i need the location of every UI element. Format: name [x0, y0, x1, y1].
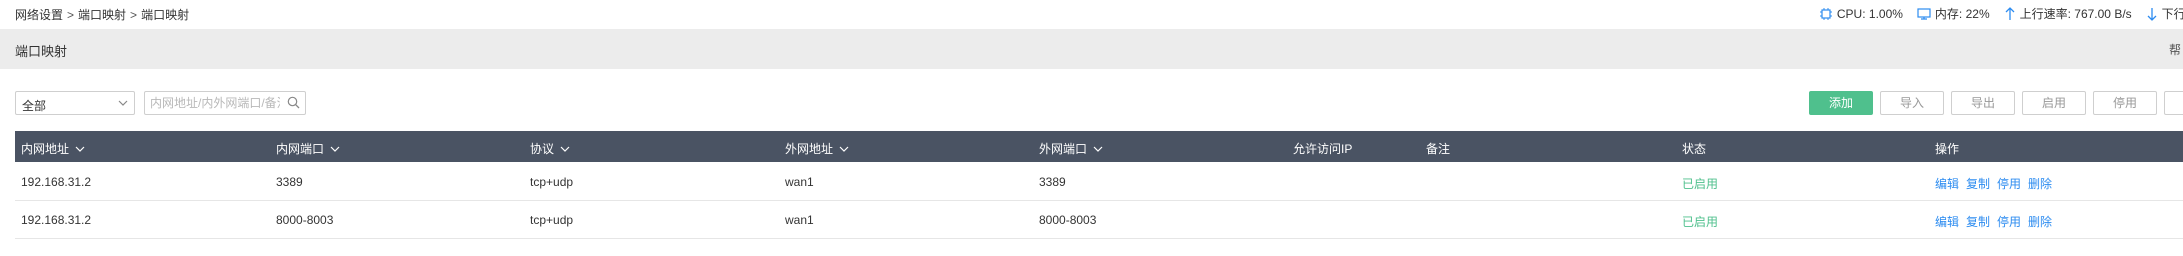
copy-link[interactable]: 复制 [1966, 215, 1990, 229]
system-stats: CPU: 1.00% 内存: 22% 上行速率: 767.00 B/s 下行速率… [1805, 5, 2183, 22]
column-header-label: 外网端口 [1039, 142, 1088, 156]
cell-lan-port: 3389 [276, 175, 303, 189]
download-arrow-icon [2147, 7, 2157, 21]
edit-link[interactable]: 编辑 [1935, 177, 1959, 191]
filter-select[interactable]: 全部 [15, 91, 135, 115]
cell-lan-ip: 192.168.31.2 [21, 175, 92, 189]
chevron-down-icon [1093, 146, 1103, 152]
enable-button[interactable]: 启用 [2022, 91, 2086, 115]
column-header-label: 内网地址 [21, 142, 70, 156]
table-row: 192.168.31.2 3389 tcp+udp wan1 3389 已启用 … [15, 163, 2183, 201]
column-header-wan[interactable]: 外网地址 [785, 140, 849, 157]
column-header-allow-ip: 允许访问IP [1293, 142, 1353, 156]
cell-lan-ip: 192.168.31.2 [21, 213, 92, 227]
add-button[interactable]: 添加 [1809, 91, 1873, 115]
download-stat: 下行速率: 5 [2146, 5, 2183, 22]
cell-status: 已启用 [1682, 215, 1719, 229]
column-header-lan-port[interactable]: 内网端口 [276, 140, 340, 157]
title-bar: 端口映射 帮 [0, 29, 2183, 69]
search-input[interactable] [150, 95, 280, 111]
column-header-label: 协议 [530, 142, 555, 156]
breadcrumb-item-network[interactable]: 网络设置 [15, 8, 63, 22]
disable-link[interactable]: 停用 [1997, 177, 2021, 191]
import-button[interactable]: 导入 [1880, 91, 1944, 115]
search-icon[interactable] [287, 96, 300, 109]
column-header-label: 内网端口 [276, 142, 325, 156]
edit-link[interactable]: 编辑 [1935, 215, 1959, 229]
memory-icon [1917, 7, 1931, 20]
cell-protocol: tcp+udp [530, 175, 574, 189]
chevron-down-icon [560, 146, 570, 152]
memory-stat: 内存: 22% [1917, 5, 1990, 22]
disable-link[interactable]: 停用 [1997, 215, 2021, 229]
more-button[interactable] [2164, 91, 2183, 115]
memory-value: 内存: 22% [1934, 7, 1990, 21]
breadcrumb: 网络设置 > 端口映射 > 端口映射 [15, 6, 189, 23]
breadcrumb-separator: > [67, 8, 75, 22]
cell-wan: wan1 [785, 175, 814, 189]
breadcrumb-item-port-mapping[interactable]: 端口映射 [78, 8, 126, 22]
cell-protocol: tcp+udp [530, 213, 574, 227]
cell-wan: wan1 [785, 213, 814, 227]
upload-arrow-icon [2005, 6, 2015, 20]
filter-selected-value: 全部 [22, 99, 47, 113]
chevron-down-icon [118, 100, 128, 106]
table-header: 内网地址 内网端口 协议 外网地址 外网端口 允许访问IP 备注 状态 操作 [15, 131, 2183, 162]
cell-wan-port: 8000-8003 [1039, 213, 1097, 227]
column-header-status: 状态 [1682, 142, 1707, 156]
upload-value: 上行速率: 767.00 B/s [2019, 7, 2132, 21]
row-actions: 编辑 复制 停用 删除 [1935, 213, 2059, 230]
download-value: 下行速率: 5 [2161, 7, 2183, 21]
delete-link[interactable]: 删除 [2028, 177, 2052, 191]
row-actions: 编辑 复制 停用 删除 [1935, 175, 2059, 192]
cell-status: 已启用 [1682, 177, 1719, 191]
top-bar: 网络设置 > 端口映射 > 端口映射 CPU: 1.00% 内存: 22% 上行速率: … [0, 0, 2183, 26]
column-header-protocol[interactable]: 协议 [530, 140, 570, 157]
chevron-down-icon [330, 146, 340, 152]
column-header-wan-port[interactable]: 外网端口 [1039, 140, 1103, 157]
cell-lan-port: 8000-8003 [276, 213, 334, 227]
copy-link[interactable]: 复制 [1966, 177, 1990, 191]
chevron-down-icon [75, 146, 85, 152]
delete-link[interactable]: 删除 [2028, 215, 2052, 229]
column-header-lan-ip[interactable]: 内网地址 [21, 140, 85, 157]
breadcrumb-item-current: 端口映射 [141, 8, 190, 22]
help-link[interactable]: 帮 [2169, 41, 2181, 58]
cpu-value: CPU: 1.00% [1836, 6, 1903, 21]
search-box [144, 91, 306, 115]
export-button[interactable]: 导出 [1951, 91, 2015, 115]
table-row: 192.168.31.2 8000-8003 tcp+udp wan1 8000… [15, 201, 2183, 239]
column-header-note: 备注 [1426, 142, 1451, 156]
cpu-stat: CPU: 1.00% [1819, 7, 1903, 21]
chevron-down-icon [839, 146, 849, 152]
breadcrumb-separator: > [130, 8, 138, 22]
disable-button[interactable]: 停用 [2093, 91, 2157, 115]
cpu-icon [1819, 7, 1832, 20]
cell-wan-port: 3389 [1039, 175, 1066, 189]
column-header-label: 外网地址 [785, 142, 834, 156]
column-header-actions: 操作 [1935, 142, 1960, 156]
page-title: 端口映射 [15, 44, 68, 59]
upload-stat: 上行速率: 767.00 B/s [2004, 5, 2132, 22]
